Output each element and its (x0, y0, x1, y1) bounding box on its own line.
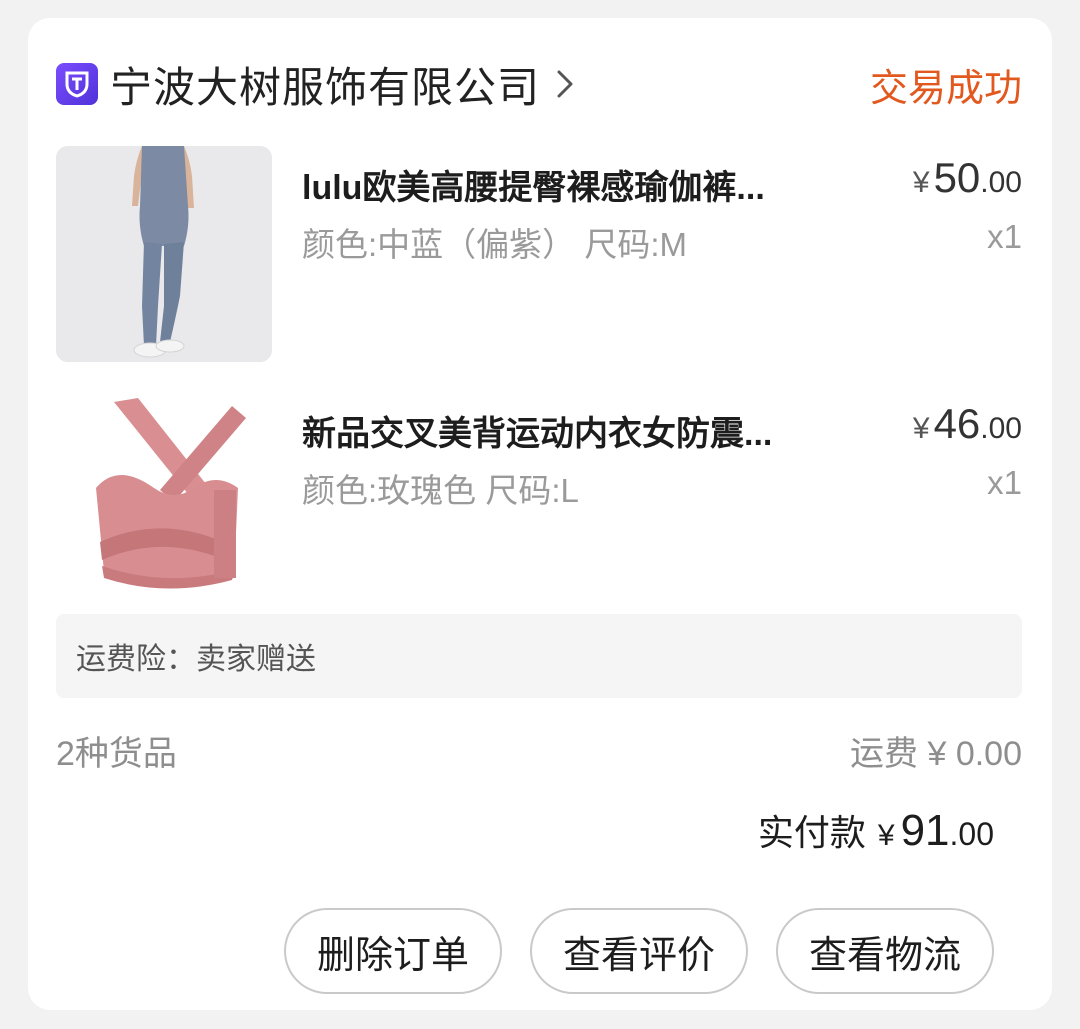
price-integer: 46 (933, 400, 981, 447)
currency-symbol: ¥ (912, 166, 930, 199)
order-card: 宁波大树服饰有限公司 交易成功 lulu欧美高腰提臀裸感瑜伽裤... 颜色:中蓝… (28, 18, 1052, 1010)
price-integer: 50 (933, 154, 981, 201)
shipping-fee: 运费 ¥ 0.00 (850, 734, 1022, 773)
pink-sports-bra-product-image[interactable] (56, 392, 272, 608)
price-decimal: .00 (980, 412, 1022, 445)
blue-leggings-product-image[interactable] (56, 146, 272, 362)
item-title[interactable]: 新品交叉美背运动内衣女防震... (302, 406, 842, 455)
shipping-insurance-bar: 运费险：卖家赠送 (56, 614, 1022, 698)
currency-symbol: ¥ (912, 412, 930, 445)
view-review-button[interactable]: 查看评价 (530, 908, 748, 994)
store-badge-icon (56, 63, 98, 105)
item-quantity: x1 (987, 218, 1022, 255)
amount-paid-decimal: .00 (949, 816, 994, 852)
order-item[interactable]: 新品交叉美背运动内衣女防震... 颜色:玫瑰色 尺码:L ¥46.00 x1 (56, 392, 1022, 608)
delete-order-button[interactable]: 删除订单 (284, 908, 502, 994)
item-title[interactable]: lulu欧美高腰提臀裸感瑜伽裤... (302, 160, 842, 209)
order-actions: 删除订单 查看评价 查看物流 (284, 908, 994, 994)
item-spec: 颜色:中蓝（偏紫） 尺码:M (302, 226, 687, 263)
amount-paid-label: 实付款 (757, 812, 866, 853)
price-decimal: .00 (980, 166, 1022, 199)
amount-paid: 实付款 ¥ 91 .00 (758, 804, 994, 868)
view-logistics-button[interactable]: 查看物流 (776, 908, 994, 994)
goods-count: 2种货品 (56, 734, 177, 773)
order-item[interactable]: lulu欧美高腰提臀裸感瑜伽裤... 颜色:中蓝（偏紫） 尺码:M ¥50.00… (56, 146, 1022, 362)
summary-row: 2种货品 运费 ¥ 0.00 (56, 722, 1022, 778)
store-name[interactable]: 宁波大树服饰有限公司 (110, 54, 540, 115)
order-header: 宁波大树服饰有限公司 交易成功 (56, 54, 1022, 114)
item-spec: 颜色:玫瑰色 尺码:L (302, 472, 579, 509)
currency-symbol: ¥ (877, 819, 895, 852)
item-quantity: x1 (987, 464, 1022, 501)
item-price: ¥46.00 (913, 400, 1022, 448)
amount-paid-integer: 91 (900, 806, 950, 855)
item-price: ¥50.00 (913, 154, 1022, 202)
order-status: 交易成功 (869, 67, 1022, 110)
chevron-right-icon[interactable] (556, 69, 574, 99)
shipping-insurance-text: 运费险：卖家赠送 (76, 643, 316, 676)
